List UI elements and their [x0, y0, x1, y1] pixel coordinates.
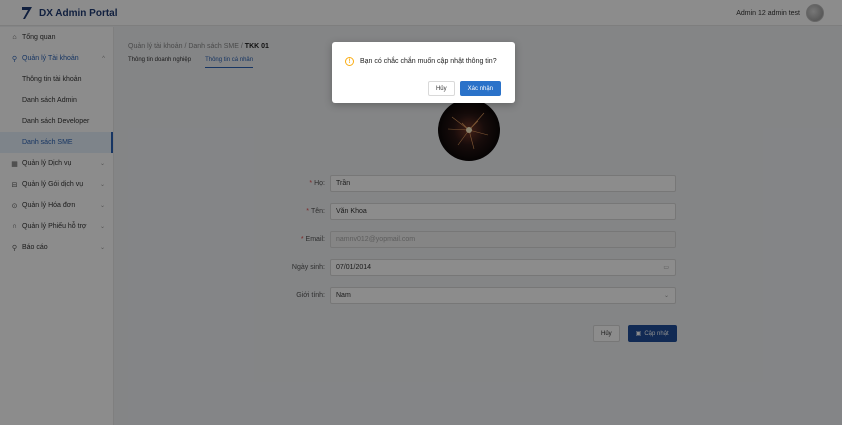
dialog-actions: Hủy Xác nhận — [427, 81, 501, 96]
confirm-message: Bạn có chắc chắn muốn cập nhật thông tin… — [360, 58, 497, 65]
dialog-cancel-button[interactable]: Hủy — [427, 81, 455, 96]
confirm-dialog: ! Bạn có chắc chắn muốn cập nhật thông t… — [332, 42, 515, 103]
dialog-confirm-button[interactable]: Xác nhận — [459, 81, 501, 96]
warning-icon: ! — [345, 57, 354, 66]
